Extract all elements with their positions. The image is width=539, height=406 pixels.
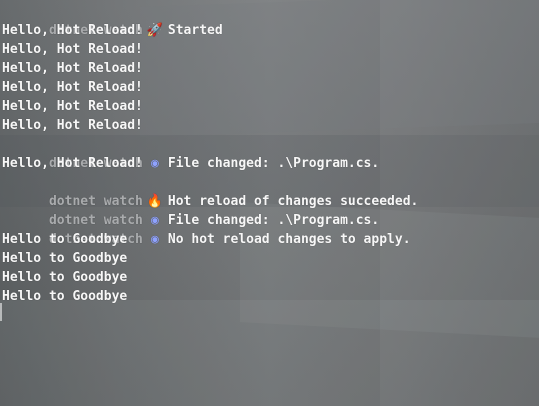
terminal-line: Hello, Hot Reload!	[2, 40, 539, 59]
line-text: No hot reload changes to apply.	[167, 232, 411, 247]
line-text: Hello, Hot Reload!	[2, 61, 143, 76]
terminal-output: dotnet watch 🚀 Started Hello, Hot Reload! …	[2, 2, 539, 306]
line-text: Started	[167, 23, 223, 38]
line-text: File changed: .\Program.cs.	[167, 213, 380, 228]
watch-prefix: dotnet watch	[48, 213, 143, 228]
sync-icon: ◉	[150, 232, 159, 247]
terminal-line: Hello to Goodbye	[2, 268, 539, 287]
line-text: Hello, Hot Reload!	[2, 99, 143, 114]
fire-icon: 🔥	[146, 194, 164, 209]
terminal-window: dotnet watch 🚀 Started Hello, Hot Reload! …	[0, 0, 539, 406]
line-text: File changed: .\Program.cs.	[167, 156, 380, 171]
terminal-line: Hello, Hot Reload!	[2, 116, 539, 135]
line-text: Hello to Goodbye	[2, 289, 128, 304]
line-text: Hello to Goodbye	[2, 251, 128, 266]
sync-icon: ◉	[150, 156, 159, 171]
background-panel	[0, 300, 539, 406]
terminal-line: dotnet watch 🚀 Started	[2, 2, 539, 38]
terminal-line: Hello, Hot Reload!	[2, 78, 539, 97]
terminal-line: dotnet watch ◉ File changed: .\Program.cs.	[2, 135, 539, 171]
sync-icon: ◉	[150, 213, 159, 228]
terminal-line: Hello to Goodbye	[2, 287, 539, 306]
watch-prefix: dotnet watch	[48, 194, 143, 209]
line-text: Hello, Hot Reload!	[2, 80, 143, 95]
rocket-icon: 🚀	[146, 23, 164, 38]
line-text: Hello, Hot Reload!	[2, 23, 143, 38]
terminal-line: dotnet watch 🔥 Hot reload of changes succe…	[2, 173, 539, 209]
line-text: Hello, Hot Reload!	[2, 118, 143, 133]
line-text: Hello to Goodbye	[2, 270, 128, 285]
terminal-line: Hello, Hot Reload!	[2, 21, 539, 40]
line-text: Hello, Hot Reload!	[2, 156, 143, 171]
terminal-cursor	[0, 303, 2, 321]
line-text: Hello, Hot Reload!	[2, 42, 143, 57]
line-text: Hot reload of changes succeeded.	[167, 194, 419, 209]
line-text: Hello to Goodbye	[2, 232, 128, 247]
terminal-line: Hello, Hot Reload!	[2, 59, 539, 78]
terminal-line: Hello to Goodbye	[2, 249, 539, 268]
terminal-line: Hello, Hot Reload!	[2, 97, 539, 116]
